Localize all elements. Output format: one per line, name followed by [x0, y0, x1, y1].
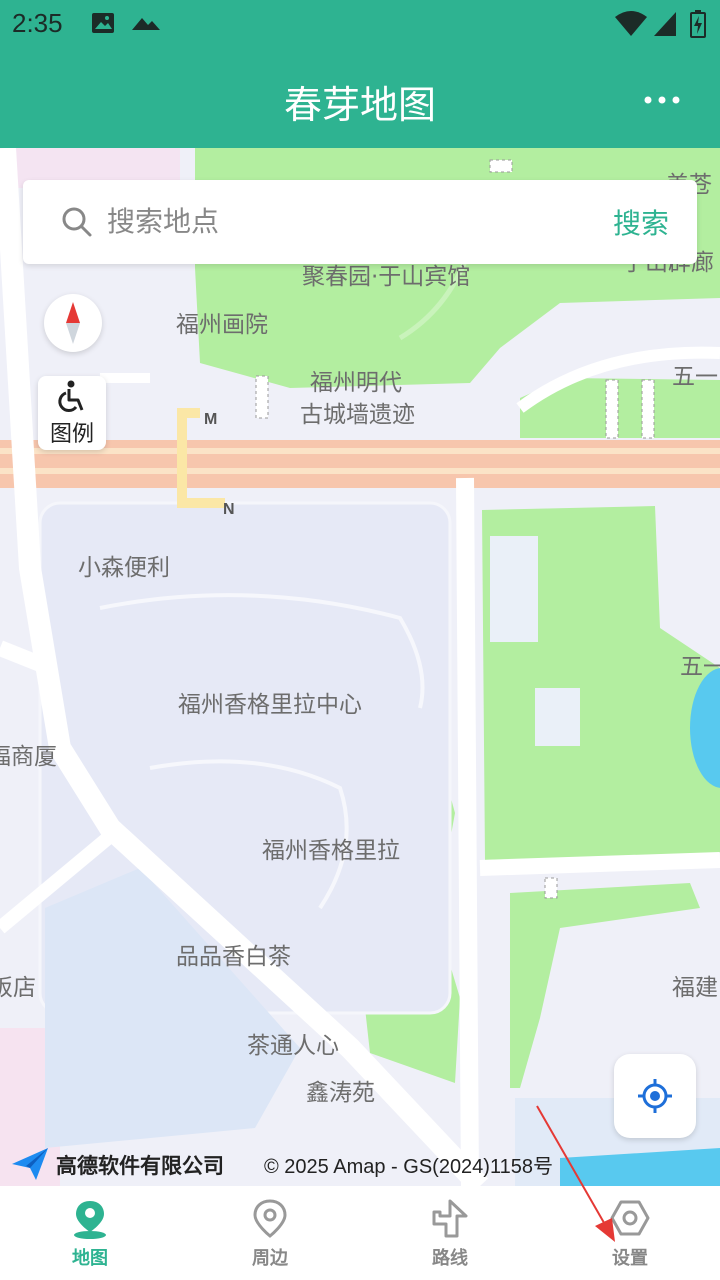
image-icon	[90, 10, 116, 40]
tab-map[interactable]: 地图	[0, 1186, 180, 1280]
amap-logo-icon	[12, 1148, 48, 1180]
svg-text:N: N	[223, 501, 235, 518]
tab-nearby[interactable]: 周边	[180, 1186, 360, 1280]
map-label: 福建	[672, 975, 718, 1001]
map-label: 古城墙遗迹	[300, 402, 415, 428]
legend-button[interactable]: 图例	[38, 376, 106, 450]
map-view[interactable]: M N	[0, 148, 720, 1186]
tab-label: 地图	[72, 1248, 108, 1269]
map-label: 品品香白茶	[176, 944, 291, 970]
search-button[interactable]: 搜索	[613, 202, 669, 242]
map-label: 鑫涛苑	[306, 1080, 375, 1106]
tab-label: 路线	[432, 1248, 468, 1269]
map-label: 五一	[672, 364, 718, 390]
compass-icon	[66, 302, 80, 344]
map-label: 茶通人心	[247, 1033, 339, 1059]
locate-target-icon	[638, 1079, 672, 1113]
status-bar: 2:35	[0, 0, 720, 48]
map-label: 小森便利	[78, 555, 170, 581]
map-label: 饭店	[0, 975, 36, 1001]
map-label: 五一	[680, 654, 720, 680]
battery-charging-icon	[690, 10, 706, 42]
map-label: 福商厦	[0, 744, 57, 770]
attribution-copyright: © 2025 Amap - GS(2024)1158号	[264, 1156, 553, 1178]
tab-label: 周边	[252, 1248, 288, 1269]
status-time: 2:35	[12, 8, 63, 38]
app-bar: 春芽地图	[0, 48, 720, 148]
map-label: 福州明代	[310, 370, 402, 396]
more-horizontal-icon	[644, 96, 680, 104]
more-menu-button[interactable]	[640, 82, 684, 118]
accessibility-icon	[58, 380, 84, 412]
route-turn-icon	[432, 1199, 468, 1238]
tab-label: 设置	[612, 1248, 648, 1269]
attribution-brand: 高德软件有限公司	[56, 1154, 224, 1178]
search-input[interactable]	[107, 198, 587, 244]
tab-settings[interactable]: 设置	[540, 1186, 720, 1280]
map-label: 福州画院	[176, 312, 268, 338]
settings-icon	[610, 1200, 650, 1236]
compass-button[interactable]	[44, 294, 102, 352]
signal-icon	[652, 10, 678, 42]
legend-label: 图例	[49, 422, 94, 447]
search-icon	[61, 206, 93, 242]
map-attribution: 高德软件有限公司 © 2025 Amap - GS(2024)1158号	[0, 1142, 720, 1186]
map-base: M N	[0, 148, 720, 1186]
tab-route[interactable]: 路线	[360, 1186, 540, 1280]
wifi-icon	[614, 10, 648, 42]
svg-text:M: M	[204, 411, 217, 428]
map-label: 福州香格里拉	[262, 838, 400, 864]
app-title: 春芽地图	[283, 83, 436, 127]
cloud-icon	[130, 10, 162, 40]
map-label: 福州香格里拉中心	[178, 692, 362, 718]
location-pin-icon	[253, 1199, 287, 1238]
map-label: 聚春园·于山宾馆	[302, 264, 471, 290]
locate-button[interactable]	[614, 1054, 696, 1138]
search-bar: 搜索	[23, 180, 697, 264]
bottom-tab-bar: 地图 周边 路线 设置	[0, 1186, 720, 1280]
map-pin-icon	[74, 1201, 106, 1239]
